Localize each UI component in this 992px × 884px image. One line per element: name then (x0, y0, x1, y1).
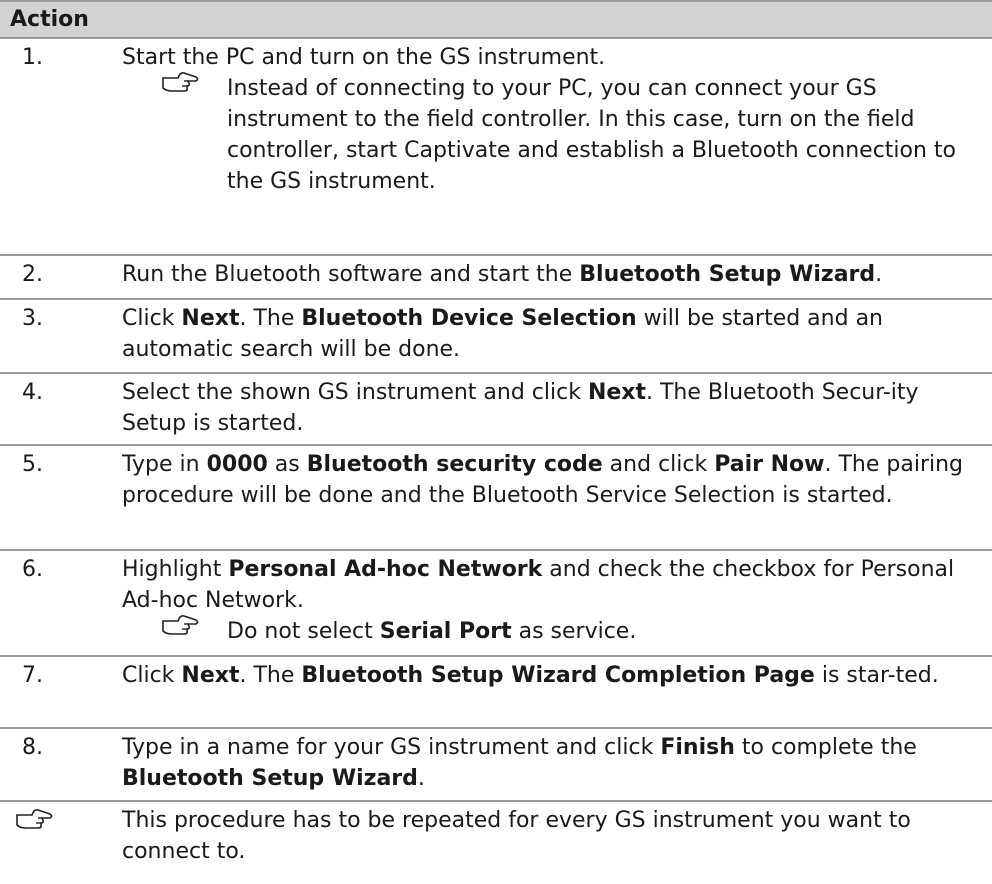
step-number: 6. (22, 557, 43, 582)
step-text-part: . (417, 766, 425, 791)
step-row-1: 1. Start the PC and turn on the GS instr… (0, 39, 992, 256)
step-text: Type in a name for your GS instrument an… (122, 729, 992, 800)
step-note: Instead of connecting to your PC, you ca… (122, 72, 972, 197)
step-row-2: 2. Run the Bluetooth software and start … (0, 256, 992, 300)
step-text: Start the PC and turn on the GS instrume… (122, 39, 992, 203)
note-text: Instead of connecting to your PC, you ca… (227, 76, 957, 194)
note-text-part: as service. (511, 619, 637, 644)
step-text-part: Highlight (122, 557, 229, 582)
ui-term: 0000 (206, 452, 268, 477)
action-table: Action 1. Start the PC and turn on the G… (0, 0, 992, 882)
step-number: 4. (22, 380, 43, 405)
step-text: Click Next. The Bluetooth Setup Wizard C… (122, 657, 992, 697)
ui-term: Next (181, 663, 240, 688)
step-row-8: 8. Type in a name for your GS instrument… (0, 729, 992, 802)
step-text: Run the Bluetooth software and start the… (122, 256, 992, 296)
ui-term: Finish (660, 735, 735, 760)
step-number: 3. (22, 306, 43, 331)
step-text-part: as (267, 452, 307, 477)
step-text: Select the shown GS instrument and click… (122, 374, 992, 445)
ui-term: Personal Ad-hoc Network (228, 557, 543, 582)
step-number: 1. (22, 45, 43, 70)
note-text-part: Do not select (227, 619, 380, 644)
final-note-text: This procedure has to be repeated for ev… (122, 808, 911, 864)
step-row-5: 5. Type in 0000 as Bluetooth security co… (0, 446, 992, 551)
table-header: Action (0, 0, 992, 39)
ui-term: Next (181, 306, 240, 331)
step-text-part: Select the shown GS instrument and click (122, 380, 588, 405)
step-number: 8. (22, 735, 43, 760)
step-row-3: 3. Click Next. The Bluetooth Device Sele… (0, 300, 992, 374)
step-text: Type in 0000 as Bluetooth security code … (122, 446, 992, 517)
step-text-part: Click (122, 306, 182, 331)
step-text: Highlight Personal Ad-hoc Network and ch… (122, 551, 992, 653)
final-note-row: This procedure has to be repeated for ev… (0, 802, 992, 882)
step-number: 5. (22, 452, 43, 477)
ui-term: Next (587, 380, 646, 405)
step-text-part: . (875, 262, 883, 287)
step-text-part: and click (602, 452, 715, 477)
step-text-part: . The (239, 663, 302, 688)
ui-term: Serial Port (379, 619, 512, 644)
ui-term: Bluetooth Setup Wizard (579, 262, 876, 287)
ui-term: Bluetooth Setup Wizard (122, 766, 418, 791)
step-row-6: 6. Highlight Personal Ad-hoc Network and… (0, 551, 992, 657)
header-title: Action (10, 7, 89, 32)
ui-term: Bluetooth security code (306, 452, 603, 477)
step-number: 7. (22, 663, 43, 688)
pointing-hand-icon (16, 806, 54, 839)
step-number: 2. (22, 262, 43, 287)
step-text-part: . The (239, 306, 302, 331)
step-text-part: to complete the (734, 735, 917, 760)
step-text-part: Start the PC and turn on the GS instrume… (122, 45, 606, 70)
step-text-part: is star-ted. (814, 663, 939, 688)
step-row-7: 7. Click Next. The Bluetooth Setup Wizar… (0, 657, 992, 729)
ui-term: Pair Now (714, 452, 825, 477)
step-text-part: Run the Bluetooth software and start the (122, 262, 580, 287)
step-text-part: Type in a name for your GS instrument an… (122, 735, 661, 760)
ui-term: Bluetooth Device Selection (301, 306, 637, 331)
pointing-hand-icon (162, 612, 200, 636)
step-text: Click Next. The Bluetooth Device Selecti… (122, 300, 992, 371)
note-text: Do not select Serial Port as service. (227, 616, 972, 647)
ui-term: Bluetooth Setup Wizard Completion Page (301, 663, 815, 688)
step-note: Do not select Serial Port as service. (122, 615, 972, 647)
step-text-part: Type in (122, 452, 207, 477)
step-text-part: Click (122, 663, 182, 688)
pointing-hand-icon (162, 69, 200, 93)
step-row-4: 4. Select the shown GS instrument and cl… (0, 374, 992, 446)
